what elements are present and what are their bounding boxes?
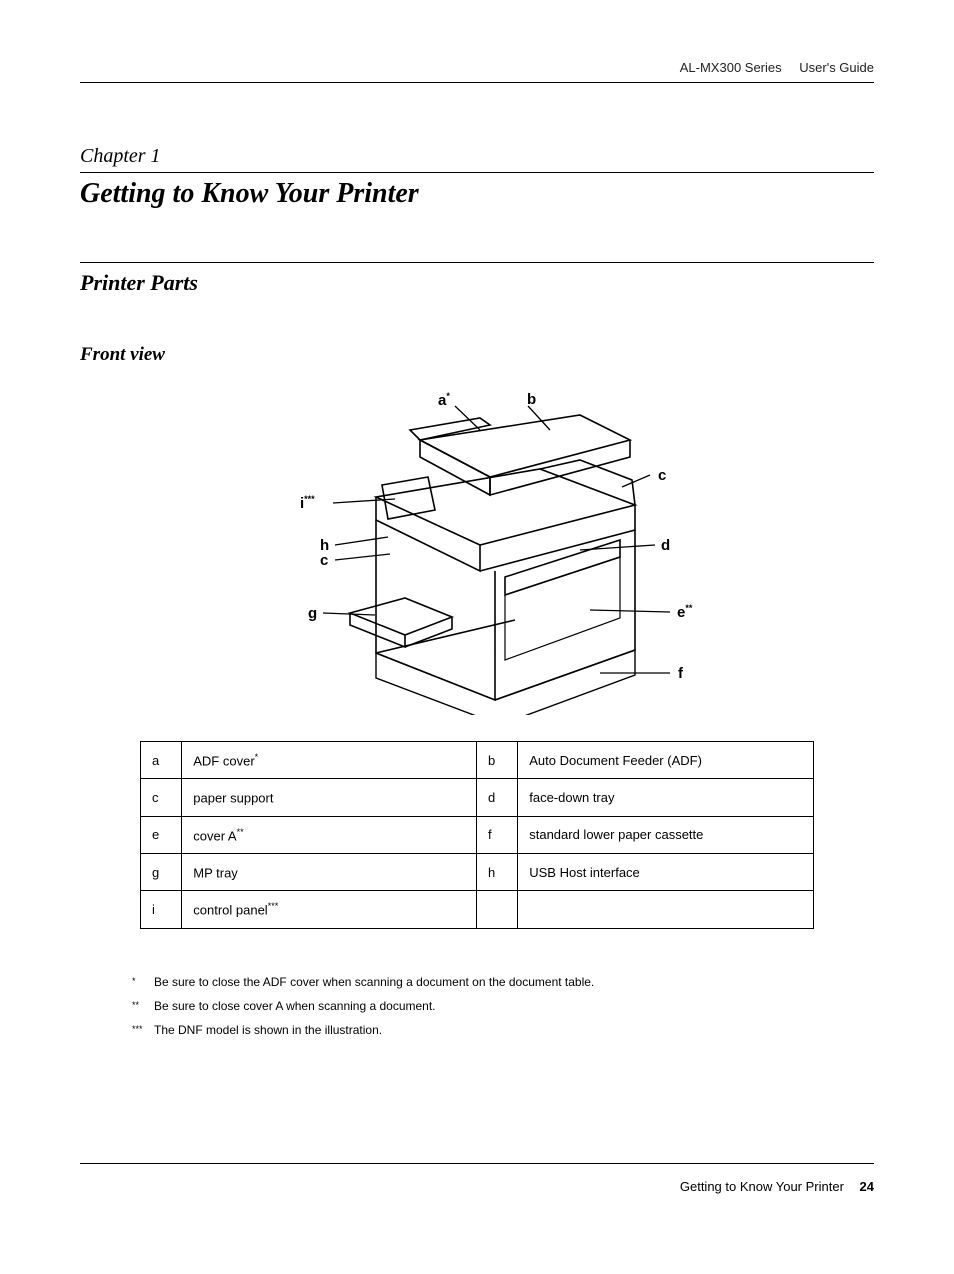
section-rule (80, 262, 874, 263)
cell-letter: a (141, 742, 182, 779)
header-doctype: User's Guide (799, 60, 874, 75)
cell-desc: paper support (182, 779, 477, 816)
footer-rule (80, 1163, 874, 1164)
chapter-rule (80, 172, 874, 173)
table-row: a ADF cover* b Auto Document Feeder (ADF… (141, 742, 814, 779)
table-row: e cover A** f standard lower paper casse… (141, 816, 814, 853)
label-c-left: c (320, 552, 328, 569)
cell-letter: c (141, 779, 182, 816)
cell-letter: d (476, 779, 517, 816)
label-f: f (678, 665, 683, 682)
cell-letter (476, 891, 517, 928)
label-b: b (527, 391, 536, 408)
table-row: c paper support d face-down tray (141, 779, 814, 816)
printer-diagram: a* b c d e** f g h c i*** (280, 385, 720, 715)
cell-desc: standard lower paper cassette (518, 816, 814, 853)
label-a: a* (438, 391, 450, 409)
table-row: i control panel*** (141, 891, 814, 928)
cell-desc: cover A** (182, 816, 477, 853)
chapter-label: Chapter 1 (80, 145, 161, 168)
cell-desc: ADF cover* (182, 742, 477, 779)
cell-desc: MP tray (182, 853, 477, 890)
page-footer: Getting to Know Your Printer 24 (680, 1179, 874, 1194)
cell-letter: h (476, 853, 517, 890)
printer-illustration (280, 385, 720, 715)
page-header: AL-MX300 Series User's Guide (680, 60, 874, 75)
footnote: *Be sure to close the ADF cover when sca… (132, 970, 874, 994)
chapter-title: Getting to Know Your Printer (80, 178, 419, 210)
cell-desc: control panel*** (182, 891, 477, 928)
cell-letter: e (141, 816, 182, 853)
table-row: g MP tray h USB Host interface (141, 853, 814, 890)
cell-desc: face-down tray (518, 779, 814, 816)
cell-desc (518, 891, 814, 928)
footnote: **Be sure to close cover A when scanning… (132, 994, 874, 1018)
cell-letter: b (476, 742, 517, 779)
cell-desc: USB Host interface (518, 853, 814, 890)
subsection-title: Front view (80, 344, 165, 366)
section-title: Printer Parts (80, 270, 198, 296)
page-number: 24 (860, 1179, 874, 1194)
footer-title: Getting to Know Your Printer (680, 1179, 844, 1194)
label-i: i*** (300, 494, 315, 512)
parts-table: a ADF cover* b Auto Document Feeder (ADF… (140, 741, 814, 929)
footnotes: *Be sure to close the ADF cover when sca… (132, 970, 874, 1042)
cell-desc: Auto Document Feeder (ADF) (518, 742, 814, 779)
label-e: e** (677, 603, 692, 621)
cell-letter: i (141, 891, 182, 928)
label-c-right: c (658, 467, 666, 484)
cell-letter: g (141, 853, 182, 890)
header-series: AL-MX300 Series (680, 60, 782, 75)
label-g: g (308, 605, 317, 622)
cell-letter: f (476, 816, 517, 853)
footnote: ***The DNF model is shown in the illustr… (132, 1018, 874, 1042)
label-d: d (661, 537, 670, 554)
top-rule (80, 82, 874, 83)
